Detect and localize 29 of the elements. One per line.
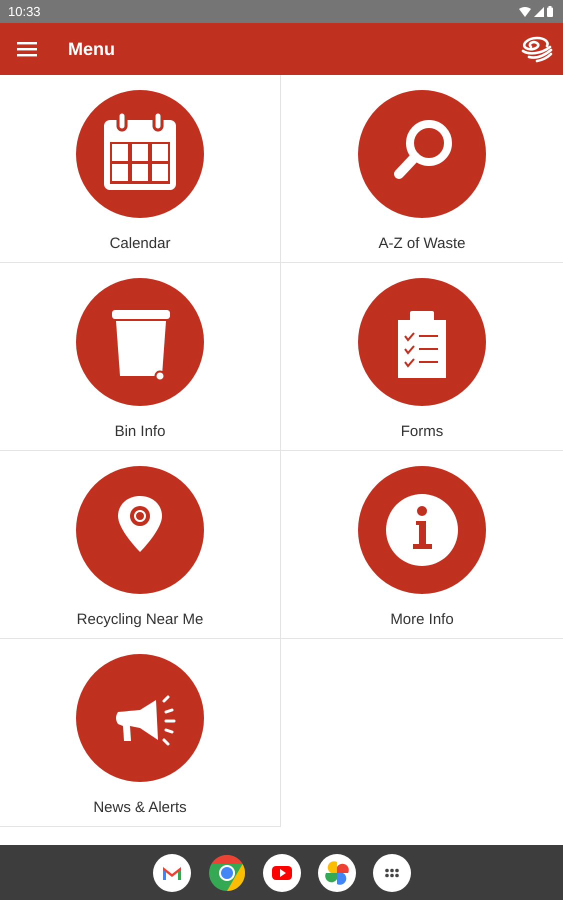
tile-label: Forms	[400, 423, 444, 440]
menu-tile[interactable]: Bin Info	[0, 263, 281, 451]
wheelie-bin-icon	[76, 278, 204, 406]
megaphone-icon	[76, 654, 204, 782]
mail-app-icon[interactable]	[152, 854, 190, 892]
tile-label: A-Z of Waste	[378, 235, 466, 252]
signal-icon	[534, 6, 544, 16]
play-button-icon[interactable]	[262, 854, 300, 892]
map-pin-icon	[76, 466, 204, 594]
menu-tile[interactable]: Recycling Near Me	[0, 451, 281, 639]
tile-label: Bin Info	[114, 423, 166, 440]
pinwheel-icon[interactable]	[318, 854, 356, 892]
status-time: 10:33	[8, 4, 41, 19]
menu-tile[interactable]: Calendar	[0, 75, 281, 263]
menu-button[interactable]	[17, 41, 37, 57]
wifi-icon	[519, 6, 531, 16]
tile-label: Recycling Near Me	[76, 611, 204, 628]
menu-tile[interactable]: News & Alerts	[0, 639, 281, 827]
app-grid-icon[interactable]	[372, 854, 410, 892]
tile-label: News & Alerts	[93, 799, 187, 816]
browser-app-icon[interactable]	[208, 854, 246, 892]
app-title: Menu	[68, 38, 116, 60]
clipboard-icon	[358, 278, 486, 406]
battery-icon	[547, 6, 553, 17]
search-icon	[358, 90, 486, 218]
tile-label: More Info	[390, 611, 454, 628]
tile-label: Calendar	[110, 235, 170, 252]
calendar-icon	[76, 90, 204, 218]
info-icon	[358, 466, 486, 594]
